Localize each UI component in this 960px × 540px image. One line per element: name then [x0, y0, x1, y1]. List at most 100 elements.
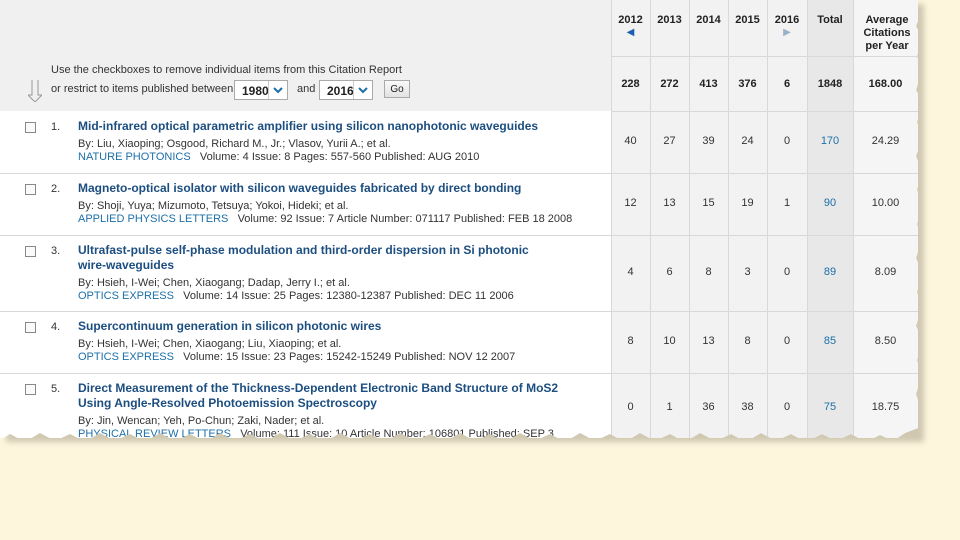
record-details: Volume: 15 Issue: 23 Pages: 15242-15249 … — [183, 351, 516, 363]
citation-count: 0 — [783, 335, 791, 347]
record-source: NATURE PHOTONICS Volume: 4 Issue: 8 Page… — [78, 151, 479, 163]
total-citations-link[interactable]: 85 — [807, 335, 853, 347]
record-checkbox[interactable] — [25, 246, 36, 257]
citation-count: 12 — [624, 197, 637, 209]
record-source: OPTICS EXPRESS Volume: 15 Issue: 23 Page… — [78, 351, 515, 363]
record-checkbox[interactable] — [25, 184, 36, 195]
citation-count: 24 — [741, 135, 754, 147]
journal-link[interactable]: NATURE PHOTONICS — [78, 151, 191, 163]
to-year-select[interactable]: 2016 — [319, 80, 373, 100]
citation-count: 0 — [783, 266, 791, 278]
average-citations-header: Average Citations per Year — [863, 14, 911, 52]
citation-count: 36 — [702, 401, 715, 413]
chevron-down-icon — [353, 81, 368, 99]
year-header-2013: 2013 — [657, 14, 682, 26]
citation-count: 24.29 — [871, 135, 900, 147]
year-header-2014: 2014 — [696, 14, 721, 26]
citation-count: 8 — [744, 335, 751, 347]
record-details: Volume: 14 Issue: 25 Pages: 12380-12387 … — [183, 290, 514, 302]
citation-count: 40 — [624, 135, 637, 147]
record-checkbox[interactable] — [25, 384, 36, 395]
record-title-line: Supercontinuum generation in silicon pho… — [78, 319, 382, 333]
record-title-line: Mid-infrared optical parametric amplifie… — [78, 119, 539, 133]
total-2015: 376 — [738, 78, 757, 90]
record-title-line: wire-waveguides — [78, 258, 175, 272]
total-citations-link[interactable]: 75 — [807, 401, 853, 413]
record-authors: By: Hsieh, I-Wei; Chen, Xiaogang; Dadap,… — [78, 277, 350, 289]
total-header: Total — [817, 14, 843, 26]
record-title-link[interactable]: Magneto-optical isolator with silicon wa… — [78, 181, 598, 196]
citation-count: 19 — [741, 197, 754, 209]
citation-count: 1 — [666, 401, 673, 413]
restrict-label: or restrict to items published between — [51, 83, 234, 95]
citation-count: 10 — [663, 335, 676, 347]
citation-count: 1 — [783, 197, 791, 209]
record-authors: By: Jin, Wencan; Yeh, Po-Chun; Zaki, Nad… — [78, 415, 325, 427]
total-2012: 228 — [621, 78, 640, 90]
record-source: OPTICS EXPRESS Volume: 14 Issue: 25 Page… — [78, 290, 514, 302]
citation-count: 13 — [702, 335, 715, 347]
citation-count: 3 — [744, 266, 751, 278]
record-title-link[interactable]: Mid-infrared optical parametric amplifie… — [78, 119, 598, 134]
totals-divider — [611, 111, 918, 112]
citation-report-panel: Use the checkboxes to remove individual … — [0, 0, 918, 438]
record-number: 2. — [51, 183, 61, 195]
record-checkbox[interactable] — [25, 122, 36, 133]
citation-count: 10.00 — [871, 197, 900, 209]
record-details: Volume: 92 Issue: 7 Article Number: 0711… — [237, 213, 573, 225]
and-label: and — [297, 83, 316, 95]
citation-count: 6 — [666, 266, 673, 278]
record-checkbox[interactable] — [25, 322, 36, 333]
down-arrow-icon — [28, 80, 42, 102]
row-divider — [0, 373, 918, 374]
year-header-2012: 2012 ◀ — [611, 14, 650, 39]
record-authors: By: Liu, Xiaoping; Osgood, Richard M., J… — [78, 138, 391, 150]
total-2016: 6 — [783, 78, 791, 90]
citation-count: 0 — [627, 401, 634, 413]
from-year-select[interactable]: 1980 — [234, 80, 288, 100]
citation-count: 13 — [663, 197, 676, 209]
previous-years-icon[interactable]: ◀ — [611, 26, 650, 39]
citation-count: 0 — [783, 135, 791, 147]
instruction-text: Use the checkboxes to remove individual … — [51, 64, 402, 76]
total-2014: 413 — [699, 78, 718, 90]
from-year-value: 1980 — [242, 84, 269, 98]
citation-count: 38 — [741, 401, 754, 413]
record-authors: By: Hsieh, I-Wei; Chen, Xiaogang; Liu, X… — [78, 338, 342, 350]
record-details: Volume: 4 Issue: 8 Pages: 557-560 Publis… — [199, 151, 480, 163]
record-source: PHYSICAL REVIEW LETTERS Volume: 111 Issu… — [78, 428, 554, 438]
record-title-line: Magneto-optical isolator with silicon wa… — [78, 181, 522, 195]
record-title-link[interactable]: Supercontinuum generation in silicon pho… — [78, 319, 598, 334]
citation-count: 8 — [627, 335, 634, 347]
total-citations-link[interactable]: 89 — [807, 266, 853, 278]
total-citations-link[interactable]: 170 — [807, 135, 853, 147]
chevron-down-icon — [268, 81, 283, 99]
citation-count: 27 — [663, 135, 676, 147]
year-header-2015: 2015 — [735, 14, 760, 26]
citation-count: 15 — [702, 197, 715, 209]
journal-link[interactable]: APPLIED PHYSICS LETTERS — [78, 213, 228, 225]
total-2013: 272 — [660, 78, 679, 90]
total-average: 168.00 — [868, 78, 903, 90]
record-title-link[interactable]: Direct Measurement of the Thickness-Depe… — [78, 381, 598, 411]
record-number: 4. — [51, 321, 61, 333]
total-citations-link[interactable]: 90 — [807, 197, 853, 209]
total-citations: 1848 — [817, 78, 843, 90]
record-title-line: Ultrafast-pulse self-phase modulation an… — [78, 243, 529, 257]
record-source: APPLIED PHYSICS LETTERS Volume: 92 Issue… — [78, 213, 572, 225]
row-divider — [0, 311, 918, 312]
journal-link[interactable]: OPTICS EXPRESS — [78, 351, 174, 363]
next-years-icon[interactable]: ▶ — [767, 26, 807, 39]
citation-count: 8.50 — [874, 335, 897, 347]
record-number: 3. — [51, 245, 61, 257]
citation-count: 18.75 — [871, 401, 900, 413]
header-divider — [611, 56, 918, 57]
citation-count: 39 — [702, 135, 715, 147]
record-title-link[interactable]: Ultrafast-pulse self-phase modulation an… — [78, 243, 598, 273]
citation-count: 8 — [705, 266, 712, 278]
citation-count: 4 — [627, 266, 634, 278]
row-divider — [0, 173, 918, 174]
journal-link[interactable]: OPTICS EXPRESS — [78, 290, 174, 302]
go-button[interactable]: Go — [384, 80, 410, 98]
to-year-value: 2016 — [327, 84, 354, 98]
